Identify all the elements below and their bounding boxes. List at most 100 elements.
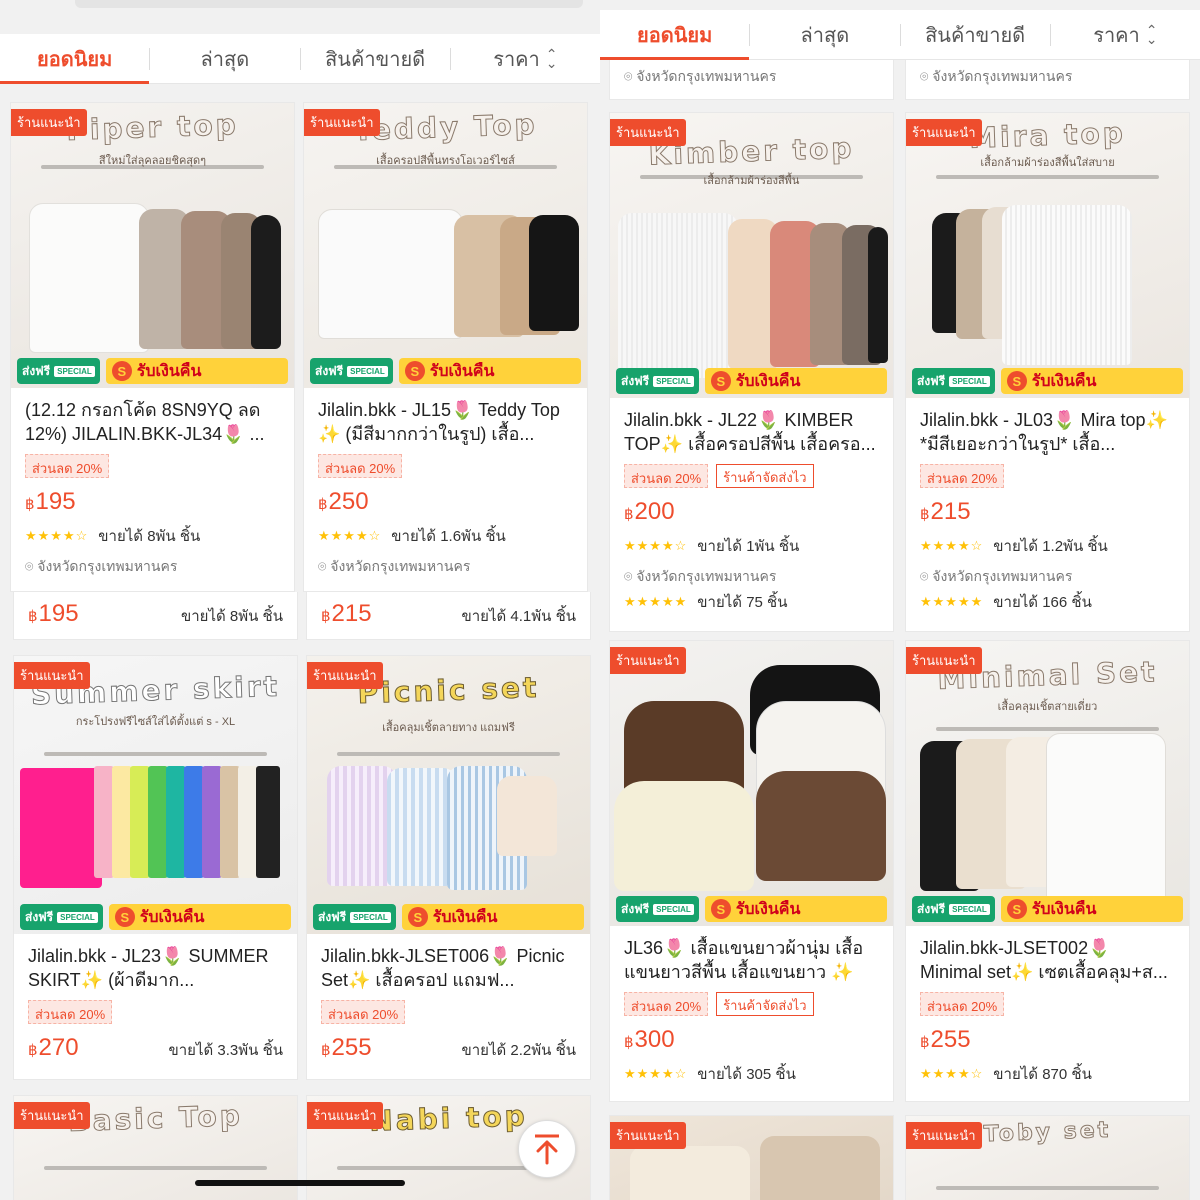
image-subtitle: เสื้อคลุมเชิ้ตลายทาง แถมฟรี xyxy=(382,722,515,734)
recommended-badge: ร้านแนะนำ xyxy=(610,1122,686,1149)
sort-tabs: ยอดนิยม ล่าสุด สินค้าขายดี ราคา ⌃ ⌄ xyxy=(0,34,600,84)
product-title: Jilalin.bkk - JL22🌷 KIMBER TOP✨ เสื้อครอ… xyxy=(624,410,876,454)
coin-icon: S xyxy=(111,361,132,381)
home-indicator[interactable] xyxy=(195,1180,405,1186)
tab-latest[interactable]: ล่าสุด xyxy=(150,34,299,83)
rating-stars: ★★★★★ xyxy=(920,594,984,609)
tab-popular[interactable]: ยอดนิยม xyxy=(0,34,150,84)
tab-price[interactable]: ราคา ⌃ ⌄ xyxy=(451,34,600,83)
coin-icon: S xyxy=(1006,899,1027,919)
coin-icon: S xyxy=(1006,371,1027,391)
product-price: ฿195 xyxy=(28,600,79,627)
tab-price[interactable]: ราคา ⌃ ⌄ xyxy=(1051,10,1200,59)
location-pin-icon: ⌾ xyxy=(624,568,637,584)
discount-tag: ส่วนลด 20% xyxy=(920,992,1005,1016)
partial-card-footer[interactable]: ฿215 ขายได้ 4.1พัน ชิ้น xyxy=(306,592,591,640)
location-pin-icon: ⌾ xyxy=(920,568,933,584)
product-image: Piper top สีใหม่ใส่ลุคลอยชิคสุดๆ ร้านแนะ… xyxy=(11,103,294,388)
product-price: ฿270 xyxy=(28,1034,79,1061)
discount-tag: ส่วนลด 20% xyxy=(28,1000,113,1024)
free-shipping-badge: ส่งฟรี SPECIAL xyxy=(912,896,995,922)
product-price: ฿255 xyxy=(321,1034,372,1061)
promo-bar: ส่งฟรี SPECIAL S รับเงินคืน xyxy=(610,892,893,926)
recommended-badge: ร้านแนะนำ xyxy=(307,662,383,689)
coin-icon: S xyxy=(404,361,425,381)
product-card[interactable]: Teddy Top เสื้อครอปสีพื้นทรงโอเวอร์ไซส์ … xyxy=(303,102,588,592)
partial-card-footer[interactable]: ⌾ จังหวัดกรุงเทพมหานคร xyxy=(609,60,894,100)
location: ⌾ จังหวัดกรุงเทพมหานคร xyxy=(624,568,777,584)
product-title: Jilalin.bkk - JL15🌷 Teddy Top ✨ (มีสีมาก… xyxy=(318,400,560,444)
product-title: (12.12 กรอกโค้ด 8SN9YQ ลด 12%) JILALIN.B… xyxy=(25,400,265,444)
sold-count: ขายได้ 8พัน ชิ้น xyxy=(98,528,201,545)
tab-best-selling[interactable]: สินค้าขายดี xyxy=(301,34,450,83)
product-title: Jilalin.bkk - JL03🌷 Mira top✨ *มีสีเยอะก… xyxy=(920,410,1168,454)
product-card[interactable]: Minimal Set เสื้อคลุมเชิ้ตสายเดี่ยว ร้าน… xyxy=(905,640,1190,1102)
product-price: ฿300 xyxy=(624,1026,675,1053)
tab-popular[interactable]: ยอดนิยม xyxy=(600,10,750,60)
product-card[interactable]: Kimber top เสื้อกล้ามผ้าร่องสีพื้น ร้านแ… xyxy=(609,112,894,632)
product-card[interactable]: Piper top สีใหม่ใส่ลุคลอยชิคสุดๆ ร้านแนะ… xyxy=(10,102,295,592)
coin-icon: S xyxy=(407,907,428,927)
cashback-badge: S รับเงินคืน xyxy=(1000,896,1183,922)
free-shipping-badge: ส่งฟรี SPECIAL xyxy=(616,368,699,394)
rating-stars: ★★★★☆ xyxy=(624,538,688,553)
sold-count: ขายได้ 75 ชิ้น xyxy=(697,594,788,611)
image-subtitle: กระโปรงฟรีไซส์ใส่ได้ตั้งแต่ s - XL xyxy=(75,716,236,728)
sold-count: ขายได้ 1พัน ชิ้น xyxy=(697,538,800,555)
free-shipping-badge: ส่งฟรี SPECIAL xyxy=(616,896,699,922)
product-image: Kimber top เสื้อกล้ามผ้าร่องสีพื้น ร้านแ… xyxy=(610,113,893,398)
rating-stars: ★★★★☆ xyxy=(25,528,89,543)
product-price: ฿255 xyxy=(920,1026,971,1053)
cashback-badge: S รับเงินคืน xyxy=(401,904,584,930)
scroll-top-icon[interactable] xyxy=(518,1120,576,1178)
sold-count: ขายได้ 8พัน ชิ้น xyxy=(180,608,283,625)
partial-card-footer[interactable]: ⌾ จังหวัดกรุงเทพมหานคร xyxy=(905,60,1190,100)
location: ⌾ จังหวัดกรุงเทพมหานคร xyxy=(920,68,1073,84)
recommended-badge: ร้านแนะนำ xyxy=(304,109,380,136)
tab-latest[interactable]: ล่าสุด xyxy=(750,10,899,59)
product-image: ร้านแนะนำ xyxy=(610,1116,893,1200)
free-shipping-badge: ส่งฟรี SPECIAL xyxy=(310,358,393,384)
promo-bar: ส่งฟรี SPECIAL S รับเงินคืน xyxy=(906,892,1189,926)
recommended-badge: ร้านแนะนำ xyxy=(610,647,686,674)
rating-stars: ★★★★☆ xyxy=(920,1066,984,1081)
location: ⌾ จังหวัดกรุงเทพมหานคร xyxy=(624,68,777,84)
product-image: Minimal Set เสื้อคลุมเชิ้ตสายเดี่ยว ร้าน… xyxy=(906,641,1189,926)
image-subtitle: เสื้อกล้ามผ้าร่องสีพื้นใส่สบาย xyxy=(980,157,1115,169)
sort-arrows-icon: ⌃ ⌄ xyxy=(545,46,558,71)
sort-tabs: ยอดนิยม ล่าสุด สินค้าขายดี ราคา ⌃ ⌄ xyxy=(600,10,1200,60)
product-card[interactable]: ร้านแนะนำ ส่งฟรี SPECIAL S รับเงินคืน JL36… xyxy=(609,640,894,1102)
tab-best-selling[interactable]: สินค้าขายดี xyxy=(901,10,1050,59)
cashback-badge: S รับเงินคืน xyxy=(1000,368,1183,394)
sold-count: ขายได้ 2.2พัน ชิ้น xyxy=(461,1042,576,1059)
sort-arrows-icon: ⌃ ⌄ xyxy=(1145,22,1158,47)
partial-card-footer[interactable]: ฿195 ขายได้ 8พัน ชิ้น xyxy=(13,592,298,640)
product-card[interactable]: Summer skirt กระโปรงฟรีไซส์ใส่ได้ตั้งแต่… xyxy=(13,655,298,1080)
product-price: ฿250 xyxy=(318,488,369,515)
free-shipping-badge: ส่งฟรี SPECIAL xyxy=(20,904,103,930)
free-shipping-badge: ส่งฟรี SPECIAL xyxy=(912,368,995,394)
promo-bar: ส่งฟรี SPECIAL S รับเงินคืน xyxy=(307,900,590,934)
right-screen: ยอดนิยม ล่าสุด สินค้าขายดี ราคา ⌃ ⌄ ⌾ จังห… xyxy=(600,0,1200,1200)
sold-count: ขายได้ 305 ชิ้น xyxy=(697,1066,796,1083)
promo-bar: ส่งฟรี SPECIAL S รับเงินคืน xyxy=(610,364,893,398)
product-card[interactable]: ร้านแนะนำ xyxy=(609,1115,894,1200)
product-image: Mira top เสื้อกล้ามผ้าร่องสีพื้นใส่สบาย … xyxy=(906,113,1189,398)
product-card[interactable]: Picnic set เสื้อคลุมเชิ้ตลายทาง แถมฟรี ร… xyxy=(306,655,591,1080)
fast-shipping-tag: ร้านค้าจัดส่งไว xyxy=(716,464,814,488)
location-pin-icon: ⌾ xyxy=(624,68,637,84)
product-title: Jilalin.bkk-JLSET002🌷 Minimal set✨ เซตเส… xyxy=(920,938,1168,982)
coin-icon: S xyxy=(710,371,731,391)
recommended-badge: ร้านแนะนำ xyxy=(906,119,982,146)
recommended-badge: ร้านแนะนำ xyxy=(14,662,90,689)
rating-stars: ★★★★☆ xyxy=(318,528,382,543)
location-pin-icon: ⌾ xyxy=(920,68,933,84)
product-card[interactable]: Mira top เสื้อกล้ามผ้าร่องสีพื้นใส่สบาย … xyxy=(905,112,1190,632)
product-card[interactable]: Toby set ร้านแนะนำ xyxy=(905,1115,1190,1200)
location: ⌾ จังหวัดกรุงเทพมหานคร xyxy=(920,568,1073,584)
search-bar-edge[interactable] xyxy=(75,0,583,8)
image-subtitle: เสื้อคลุมเชิ้ตสายเดี่ยว xyxy=(997,701,1098,713)
sold-count: ขายได้ 4.1พัน ชิ้น xyxy=(461,608,576,625)
free-shipping-badge: ส่งฟรี SPECIAL xyxy=(17,358,100,384)
location-pin-icon: ⌾ xyxy=(318,558,331,574)
